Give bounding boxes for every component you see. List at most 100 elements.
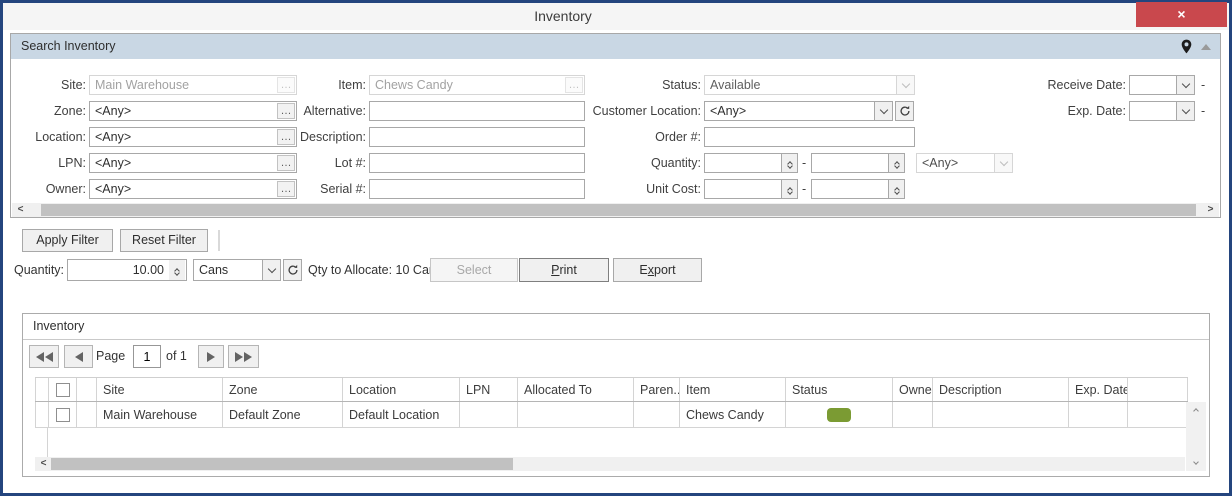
- pin-icon[interactable]: [1181, 39, 1192, 59]
- quantity-to-field[interactable]: [811, 153, 905, 173]
- close-button[interactable]: ×: [1136, 2, 1227, 27]
- cell-filler: [1128, 402, 1188, 427]
- search-panel-hscrollbar[interactable]: < >: [12, 203, 1219, 217]
- select-all-checkbox[interactable]: [55, 382, 70, 397]
- alternative-input[interactable]: [369, 101, 585, 121]
- receive-date-combo[interactable]: [1129, 75, 1195, 95]
- description-input[interactable]: [369, 127, 585, 147]
- next-page-button[interactable]: [198, 345, 224, 368]
- page-number-input[interactable]: [133, 345, 161, 368]
- scroll-right-icon[interactable]: >: [1203, 203, 1218, 217]
- unit-cost-from-spinner[interactable]: [781, 180, 797, 198]
- refresh-icon: [287, 264, 298, 275]
- uom-refresh-button[interactable]: [283, 259, 302, 281]
- grid-header-row: Site Zone Location LPN Allocated To Pare…: [35, 377, 1188, 402]
- collapse-panel-icon[interactable]: [1201, 44, 1211, 50]
- quantity-from-field[interactable]: [704, 153, 798, 173]
- status-indicator: [827, 407, 851, 422]
- quantity-to-spinner[interactable]: [888, 154, 904, 172]
- serial-number-input[interactable]: [369, 179, 585, 199]
- quantity-from-spinner[interactable]: [781, 154, 797, 172]
- grid-vscrollbar[interactable]: [1186, 402, 1206, 471]
- row-select-cell[interactable]: [49, 402, 77, 427]
- column-header-item[interactable]: Item: [680, 378, 786, 401]
- unit-cost-to-spinner[interactable]: [888, 180, 904, 198]
- refresh-icon: [899, 105, 910, 116]
- lpn-label: LPN:: [58, 156, 86, 170]
- header-select-all[interactable]: [49, 378, 77, 401]
- row-indicator: [35, 402, 49, 427]
- inventory-grid-panel: Inventory Page of 1 Site Zone Location L…: [22, 313, 1210, 477]
- cell-allocated-to: [518, 402, 634, 427]
- inventory-panel-title: Inventory: [23, 314, 1209, 340]
- page-count-label: of 1: [166, 349, 187, 363]
- column-header-zone[interactable]: Zone: [223, 378, 343, 401]
- receive-date-dropdown-icon[interactable]: [1176, 76, 1194, 94]
- last-page-button[interactable]: [228, 345, 259, 368]
- location-label: Location:: [35, 130, 86, 144]
- cell-status: [786, 402, 893, 427]
- grid-scroll-down-icon[interactable]: [1186, 455, 1206, 471]
- item-label: Item:: [338, 78, 366, 92]
- quantity-uom-dropdown-icon: [994, 154, 1012, 172]
- alternative-label: Alternative:: [303, 104, 366, 118]
- column-header-owner[interactable]: Owner: [893, 378, 933, 401]
- serial-number-label: Serial #:: [320, 182, 366, 196]
- unit-cost-from-field[interactable]: [704, 179, 798, 199]
- grid-hscrollbar[interactable]: <: [35, 457, 1185, 471]
- grid-scroll-up-icon[interactable]: [1186, 402, 1206, 418]
- previous-page-button[interactable]: [64, 345, 93, 368]
- lot-number-input[interactable]: [369, 153, 585, 173]
- uom-dropdown-icon[interactable]: [262, 260, 280, 280]
- allocation-quantity-spinner[interactable]: [169, 259, 187, 281]
- receive-date-dash: -: [1201, 78, 1206, 92]
- last-page-icon: [235, 351, 243, 362]
- uom-combo[interactable]: Cans: [193, 259, 281, 281]
- previous-page-icon: [74, 351, 83, 362]
- apply-filter-button[interactable]: Apply Filter: [22, 229, 113, 252]
- cell-site: Main Warehouse: [97, 402, 223, 427]
- column-header-location[interactable]: Location: [343, 378, 460, 401]
- column-header-allocated-to[interactable]: Allocated To: [518, 378, 634, 401]
- quantity-uom-combo: <Any>: [916, 153, 1013, 173]
- column-header-parent[interactable]: Paren...: [634, 378, 680, 401]
- header-spacer: [77, 378, 97, 401]
- exp-date-dash: -: [1201, 104, 1206, 118]
- customer-location-refresh-button[interactable]: [895, 101, 914, 121]
- customer-location-dropdown-icon[interactable]: [874, 102, 892, 120]
- hscroll-thumb[interactable]: [41, 204, 1196, 216]
- exp-date-dropdown-icon[interactable]: [1176, 102, 1194, 120]
- first-page-icon: [35, 351, 44, 362]
- grid-scroll-left-icon[interactable]: <: [36, 457, 51, 471]
- export-button[interactable]: Export: [613, 258, 702, 282]
- unit-cost-label: Unit Cost:: [646, 182, 701, 196]
- search-panel-header[interactable]: Search Inventory: [11, 34, 1220, 59]
- select-button: Select: [430, 258, 518, 282]
- column-header-status[interactable]: Status: [786, 378, 893, 401]
- exp-date-combo[interactable]: [1129, 101, 1195, 121]
- cell-exp-date: [1069, 402, 1128, 427]
- table-row[interactable]: Main Warehouse Default Zone Default Loca…: [35, 402, 1188, 428]
- print-button[interactable]: Print: [519, 258, 609, 282]
- unit-cost-to-field[interactable]: [811, 179, 905, 199]
- order-number-input[interactable]: [704, 127, 915, 147]
- column-header-exp-date[interactable]: Exp. Date: [1069, 378, 1128, 401]
- column-header-description[interactable]: Description: [933, 378, 1069, 401]
- reset-filter-button[interactable]: Reset Filter: [120, 229, 208, 252]
- cell-location: Default Location: [343, 402, 460, 427]
- status-dropdown-icon: [896, 76, 914, 94]
- column-header-site[interactable]: Site: [97, 378, 223, 401]
- customer-location-combo[interactable]: <Any>: [704, 101, 893, 121]
- search-inventory-panel: Search Inventory Site: Main Warehouse … …: [10, 33, 1221, 218]
- receive-date-label: Receive Date:: [1047, 78, 1126, 92]
- quantity-range-label: Quantity:: [650, 156, 701, 170]
- allocation-quantity-label: Quantity:: [14, 263, 65, 277]
- grid-hscroll-thumb[interactable]: [51, 458, 513, 470]
- inventory-window: Inventory × Search Inventory Site: Main …: [0, 0, 1232, 496]
- row-checkbox[interactable]: [55, 407, 70, 422]
- allocation-quantity-input[interactable]: [67, 259, 170, 281]
- first-page-button[interactable]: [29, 345, 59, 368]
- row-spacer: [77, 402, 97, 427]
- column-header-lpn[interactable]: LPN: [460, 378, 518, 401]
- scroll-left-icon[interactable]: <: [13, 203, 28, 217]
